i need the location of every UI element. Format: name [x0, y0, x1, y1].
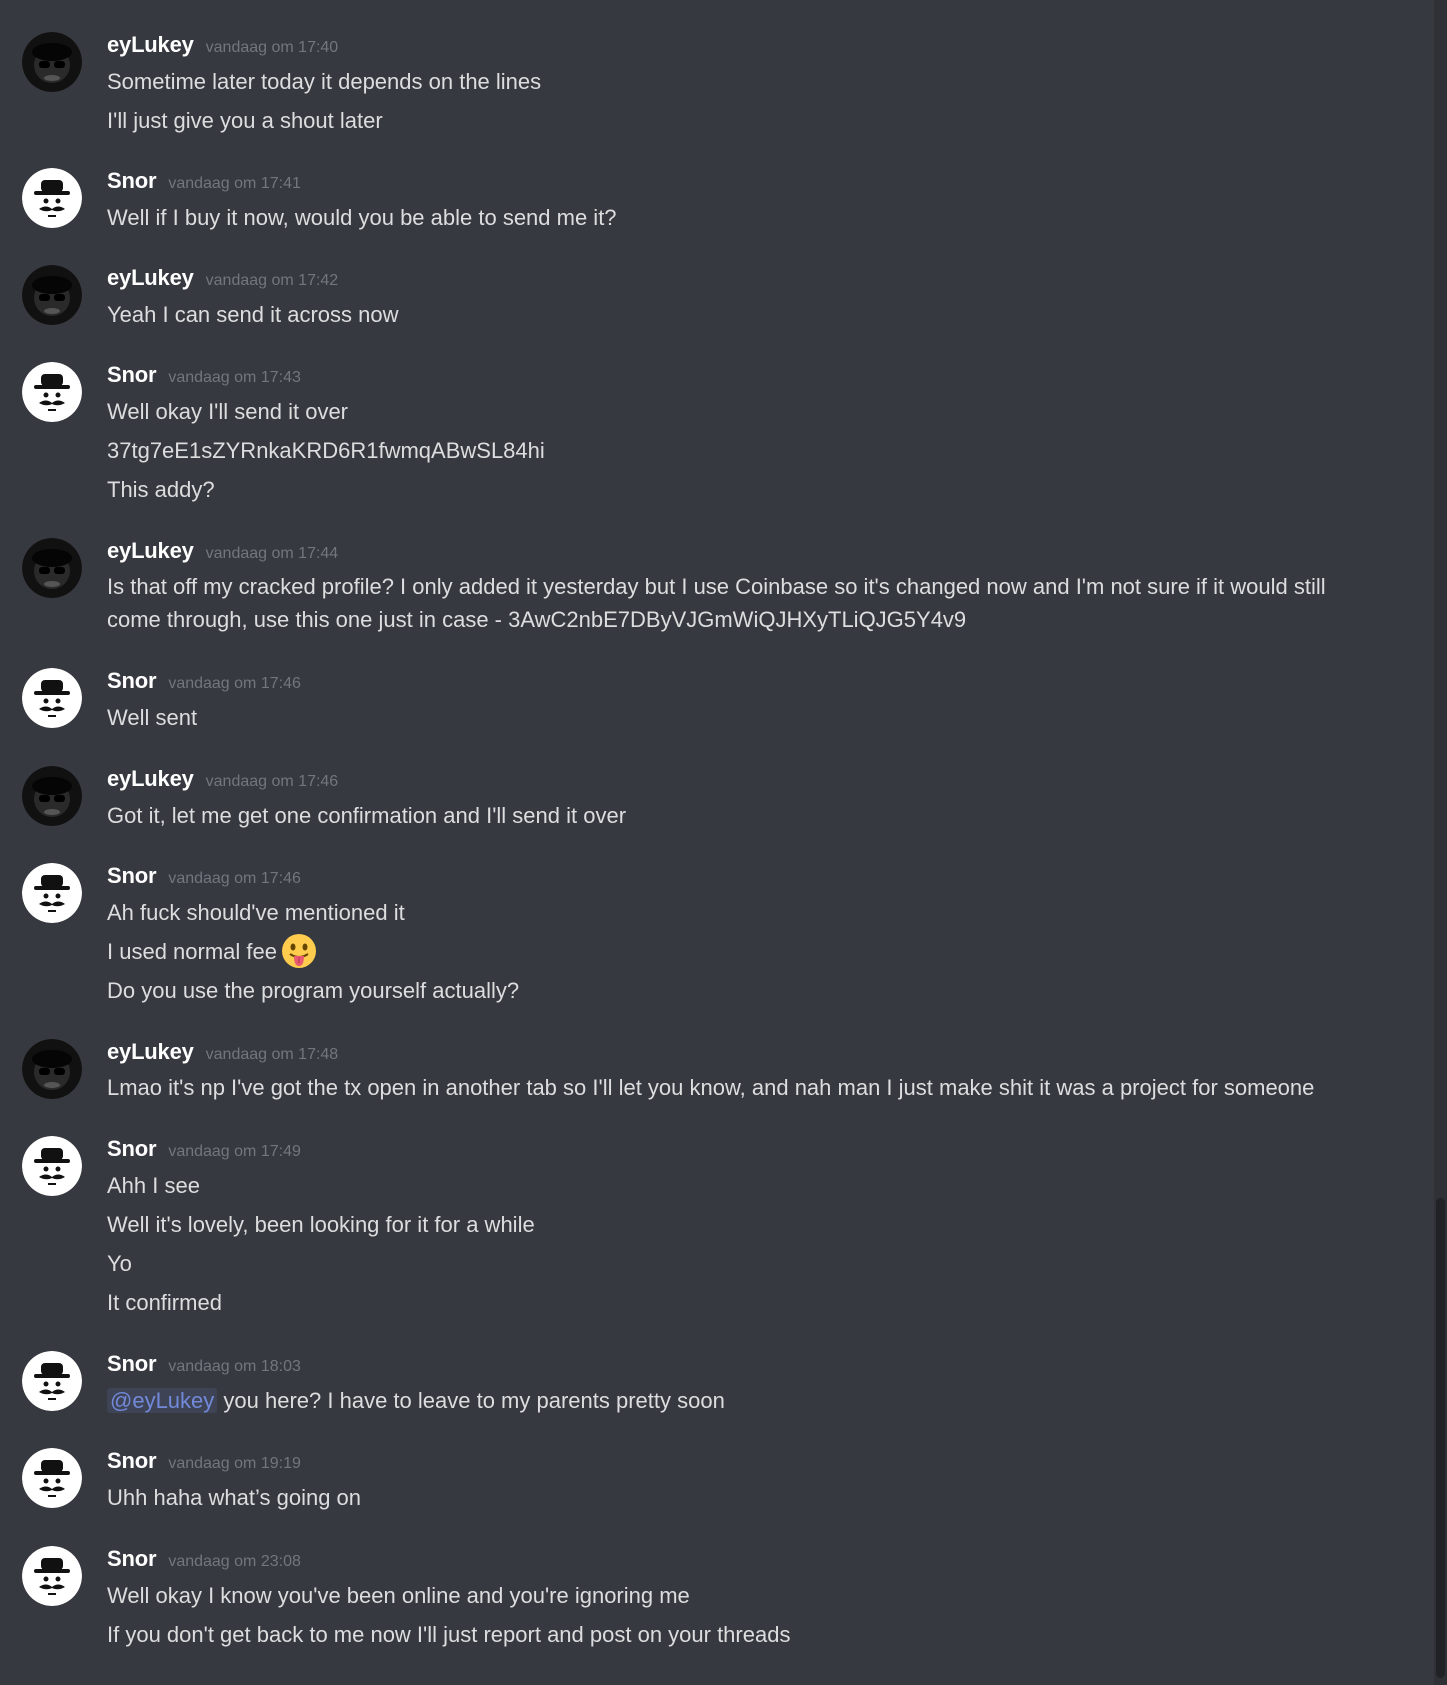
- message-header: Snor vandaag om 17:46: [107, 668, 301, 698]
- timestamp: vandaag om 17:46: [205, 773, 339, 790]
- message-header: Snor vandaag om 18:03: [107, 1351, 301, 1381]
- message-line: Got it, let me get one confirmation and …: [107, 803, 627, 828]
- message-line: Ah fuck should've mentioned it: [107, 900, 405, 925]
- message-lines: Is that off my cracked profile? I only a…: [107, 568, 1357, 636]
- message-line-with-mention: @eyLukey you here? I have to leave to my…: [107, 1381, 1357, 1420]
- author-name[interactable]: Snor: [107, 168, 157, 194]
- author-name[interactable]: Snor: [107, 668, 157, 694]
- avatar-hat-mustache-icon[interactable]: [22, 668, 82, 728]
- message-line-with-emoji: I used normal fee: [107, 932, 1357, 971]
- timestamp: vandaag om 17:43: [168, 369, 301, 386]
- avatar-hat-mustache-icon[interactable]: [22, 1448, 82, 1508]
- author-name[interactable]: Snor: [107, 1136, 157, 1162]
- avatar-hat-mustache-icon[interactable]: [22, 1136, 82, 1196]
- author-name[interactable]: eyLukey: [107, 766, 194, 792]
- message-line: Yo: [107, 1251, 132, 1276]
- message-line: This addy?: [107, 477, 215, 502]
- avatar-hat-mustache-icon[interactable]: [22, 1351, 82, 1411]
- message-line: Well okay I'll send it over: [107, 399, 349, 424]
- author-name[interactable]: Snor: [107, 1351, 157, 1377]
- message-lines: Lmao it's np I've got the tx open in ano…: [107, 1069, 1357, 1104]
- message-line: Sometime later today it depends on the l…: [107, 69, 542, 94]
- message-lines: Well okay I'll send it over 37tg7eE1sZYR…: [107, 392, 1357, 509]
- avatar-hat-mustache-icon[interactable]: [22, 863, 82, 923]
- avatar-hat-mustache-icon[interactable]: [22, 362, 82, 422]
- message-line: Do you use the program yourself actually…: [107, 978, 520, 1003]
- message-header: Snor vandaag om 17:41: [107, 168, 301, 198]
- message-header: Snor vandaag om 17:46: [107, 863, 301, 893]
- message-lines: Uhh haha what’s going on: [107, 1478, 1357, 1517]
- timestamp: vandaag om 17:48: [205, 1046, 339, 1063]
- timestamp: vandaag om 23:08: [168, 1553, 301, 1570]
- message-line: Lmao it's np I've got the tx open in ano…: [107, 1075, 1315, 1100]
- message-header: eyLukey vandaag om 17:44: [107, 538, 338, 568]
- timestamp: vandaag om 17:44: [205, 545, 339, 562]
- author-name[interactable]: eyLukey: [107, 1039, 194, 1065]
- message-text: I used normal fee: [107, 939, 277, 964]
- timestamp: vandaag om 18:03: [168, 1358, 301, 1375]
- author-name[interactable]: Snor: [107, 1448, 157, 1474]
- message-line: Well sent: [107, 705, 198, 730]
- message-header: eyLukey vandaag om 17:42: [107, 265, 338, 295]
- chat-messages: eyLukey vandaag om 17:40 Sometime later …: [0, 0, 1434, 1685]
- tongue-out-face-emoji-icon[interactable]: [281, 933, 317, 969]
- avatar-dark-face-icon[interactable]: [22, 538, 82, 598]
- message-line: If you don't get back to me now I'll jus…: [107, 1622, 791, 1647]
- author-name[interactable]: Snor: [107, 362, 157, 388]
- avatar-dark-face-icon[interactable]: [22, 265, 82, 325]
- message-line: Ahh I see: [107, 1173, 200, 1198]
- message-lines: Sometime later today it depends on the l…: [107, 62, 1357, 140]
- message-line: Well okay I know you've been online and …: [107, 1583, 690, 1608]
- message-header: Snor vandaag om 17:49: [107, 1136, 301, 1166]
- message-line: It confirmed: [107, 1290, 222, 1315]
- scrollbar-track[interactable]: [1434, 0, 1447, 1685]
- timestamp: vandaag om 19:19: [168, 1455, 301, 1472]
- message-header: Snor vandaag om 19:19: [107, 1448, 301, 1478]
- user-mention[interactable]: @eyLukey: [107, 1388, 218, 1413]
- message-header: Snor vandaag om 17:43: [107, 362, 301, 392]
- message-line: Well if I buy it now, would you be able …: [107, 205, 617, 230]
- timestamp: vandaag om 17:41: [168, 175, 301, 192]
- message-line: 37tg7eE1sZYRnkaKRD6R1fwmqABwSL84hi: [107, 438, 545, 463]
- message-lines: Well if I buy it now, would you be able …: [107, 198, 1357, 237]
- message-line: Is that off my cracked profile? I only a…: [107, 574, 1326, 632]
- scrollbar-thumb[interactable]: [1436, 1198, 1445, 1678]
- message-line: I'll just give you a shout later: [107, 108, 383, 133]
- message-header: eyLukey vandaag om 17:46: [107, 766, 338, 796]
- message-lines: Yeah I can send it across now: [107, 295, 1357, 334]
- avatar-hat-mustache-icon[interactable]: [22, 168, 82, 228]
- message-lines: Got it, let me get one confirmation and …: [107, 796, 1357, 835]
- message-lines: Ahh I see Well it's lovely, been looking…: [107, 1166, 1357, 1322]
- timestamp: vandaag om 17:40: [205, 39, 339, 56]
- avatar-hat-mustache-icon[interactable]: [22, 1546, 82, 1606]
- avatar-dark-face-icon[interactable]: [22, 1039, 82, 1099]
- message-line: Well it's lovely, been looking for it fo…: [107, 1212, 535, 1237]
- message-line: Yeah I can send it across now: [107, 302, 399, 327]
- author-name[interactable]: eyLukey: [107, 265, 194, 291]
- author-name[interactable]: eyLukey: [107, 538, 194, 564]
- author-name[interactable]: Snor: [107, 1546, 157, 1572]
- timestamp: vandaag om 17:46: [168, 870, 301, 887]
- message-header: eyLukey vandaag om 17:48: [107, 1039, 338, 1069]
- message-line: Uhh haha what’s going on: [107, 1485, 362, 1510]
- message-lines: Well okay I know you've been online and …: [107, 1576, 1357, 1654]
- message-text: you here? I have to leave to my parents …: [223, 1388, 725, 1413]
- message-lines: Ah fuck should've mentioned it I used no…: [107, 893, 1357, 1010]
- message-lines: Well sent: [107, 698, 1357, 737]
- timestamp: vandaag om 17:49: [168, 1143, 301, 1160]
- timestamp: vandaag om 17:46: [168, 675, 301, 692]
- message-header: Snor vandaag om 23:08: [107, 1546, 301, 1576]
- message-header: eyLukey vandaag om 17:40: [107, 32, 338, 62]
- timestamp: vandaag om 17:42: [205, 272, 339, 289]
- author-name[interactable]: eyLukey: [107, 32, 194, 58]
- avatar-dark-face-icon[interactable]: [22, 32, 82, 92]
- avatar-dark-face-icon[interactable]: [22, 766, 82, 826]
- message-lines: @eyLukey you here? I have to leave to my…: [107, 1381, 1357, 1420]
- author-name[interactable]: Snor: [107, 863, 157, 889]
